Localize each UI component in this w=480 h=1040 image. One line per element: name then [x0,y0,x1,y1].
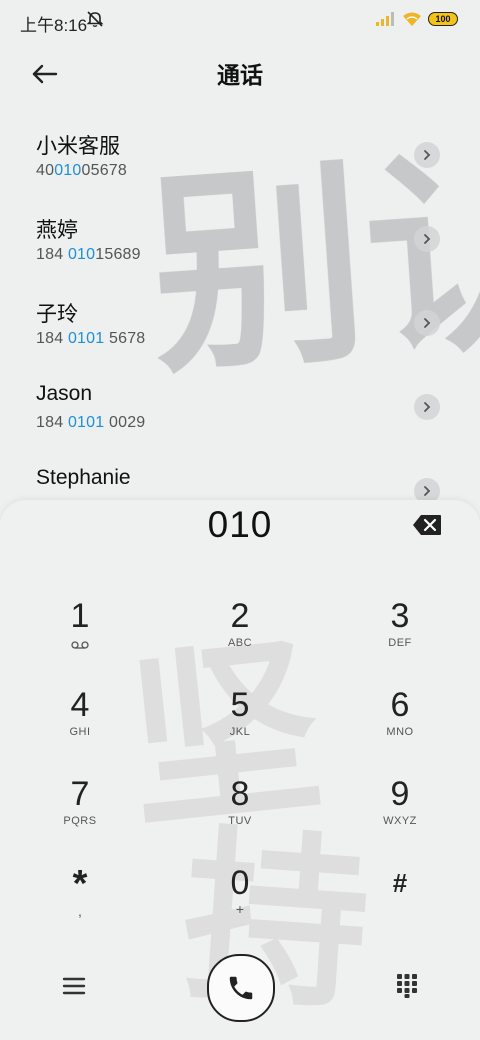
dialer-actions [0,952,480,1028]
key-hash[interactable]: # [340,863,460,943]
dial-input[interactable]: 010 [0,504,480,546]
key-5[interactable]: 5 JKL [180,685,300,765]
phone-icon [229,976,253,1000]
contact-name: 小米客服 [36,135,120,158]
key-2[interactable]: 2 ABC [180,596,300,676]
signal-icon [376,12,394,26]
key-6[interactable]: 6 MNO [340,685,460,765]
chevron-right-icon[interactable] [414,478,440,500]
key-7[interactable]: 7 PQRS [20,774,140,854]
contact-item[interactable]: 小米客服 4001005678 [0,112,480,196]
contact-item[interactable]: Stephanie 184 0100 1635 [0,448,480,500]
contact-name: Stephanie [36,466,131,489]
chevron-right-icon[interactable] [414,226,440,252]
contact-number: 184 01015689 [36,246,141,263]
keypad-icon[interactable] [395,972,419,998]
dialer-panel: 010 1 2 ABC 3 DEF 4 GHI 5 JKL 6 MNO 7 PQ… [0,500,480,1040]
contact-name: Jason [36,382,93,405]
key-4[interactable]: 4 GHI [20,685,140,765]
key-3[interactable]: 3 DEF [340,596,460,676]
contact-number: 184 0101 0029 [36,414,146,431]
mute-icon [86,11,104,27]
status-time: 上午8:16 [20,16,88,35]
key-1[interactable]: 1 [20,596,140,676]
chevron-right-icon[interactable] [414,310,440,336]
contact-item[interactable]: 子玲 184 0101 5678 [0,280,480,364]
key-9[interactable]: 9 WXYZ [340,774,460,854]
contact-list: 小米客服 4001005678 燕婷 184 01015689 子玲 184 0… [0,112,480,500]
call-button[interactable] [207,954,275,1022]
contact-number: 184 0101 5678 [36,330,146,347]
contact-item[interactable]: 燕婷 184 01015689 [0,196,480,280]
battery-icon: 100 [428,12,458,26]
key-star[interactable]: * , [20,863,140,943]
voicemail-icon [71,641,89,649]
menu-icon[interactable] [60,972,88,1000]
key-0[interactable]: 0 + [180,863,300,943]
contact-number: 4001005678 [36,162,127,179]
backspace-icon[interactable] [412,514,442,536]
contact-item[interactable]: Jason 184 0101 0029 [0,364,480,448]
header: 通话 [0,48,480,94]
status-bar: 上午8:16 100 [0,0,480,40]
contact-name: 燕婷 [36,219,78,242]
chevron-right-icon[interactable] [414,142,440,168]
wifi-icon [403,12,421,26]
contact-name: 子玲 [36,303,78,326]
page-title: 通话 [217,62,263,88]
chevron-right-icon[interactable] [414,394,440,420]
key-8[interactable]: 8 TUV [180,774,300,854]
